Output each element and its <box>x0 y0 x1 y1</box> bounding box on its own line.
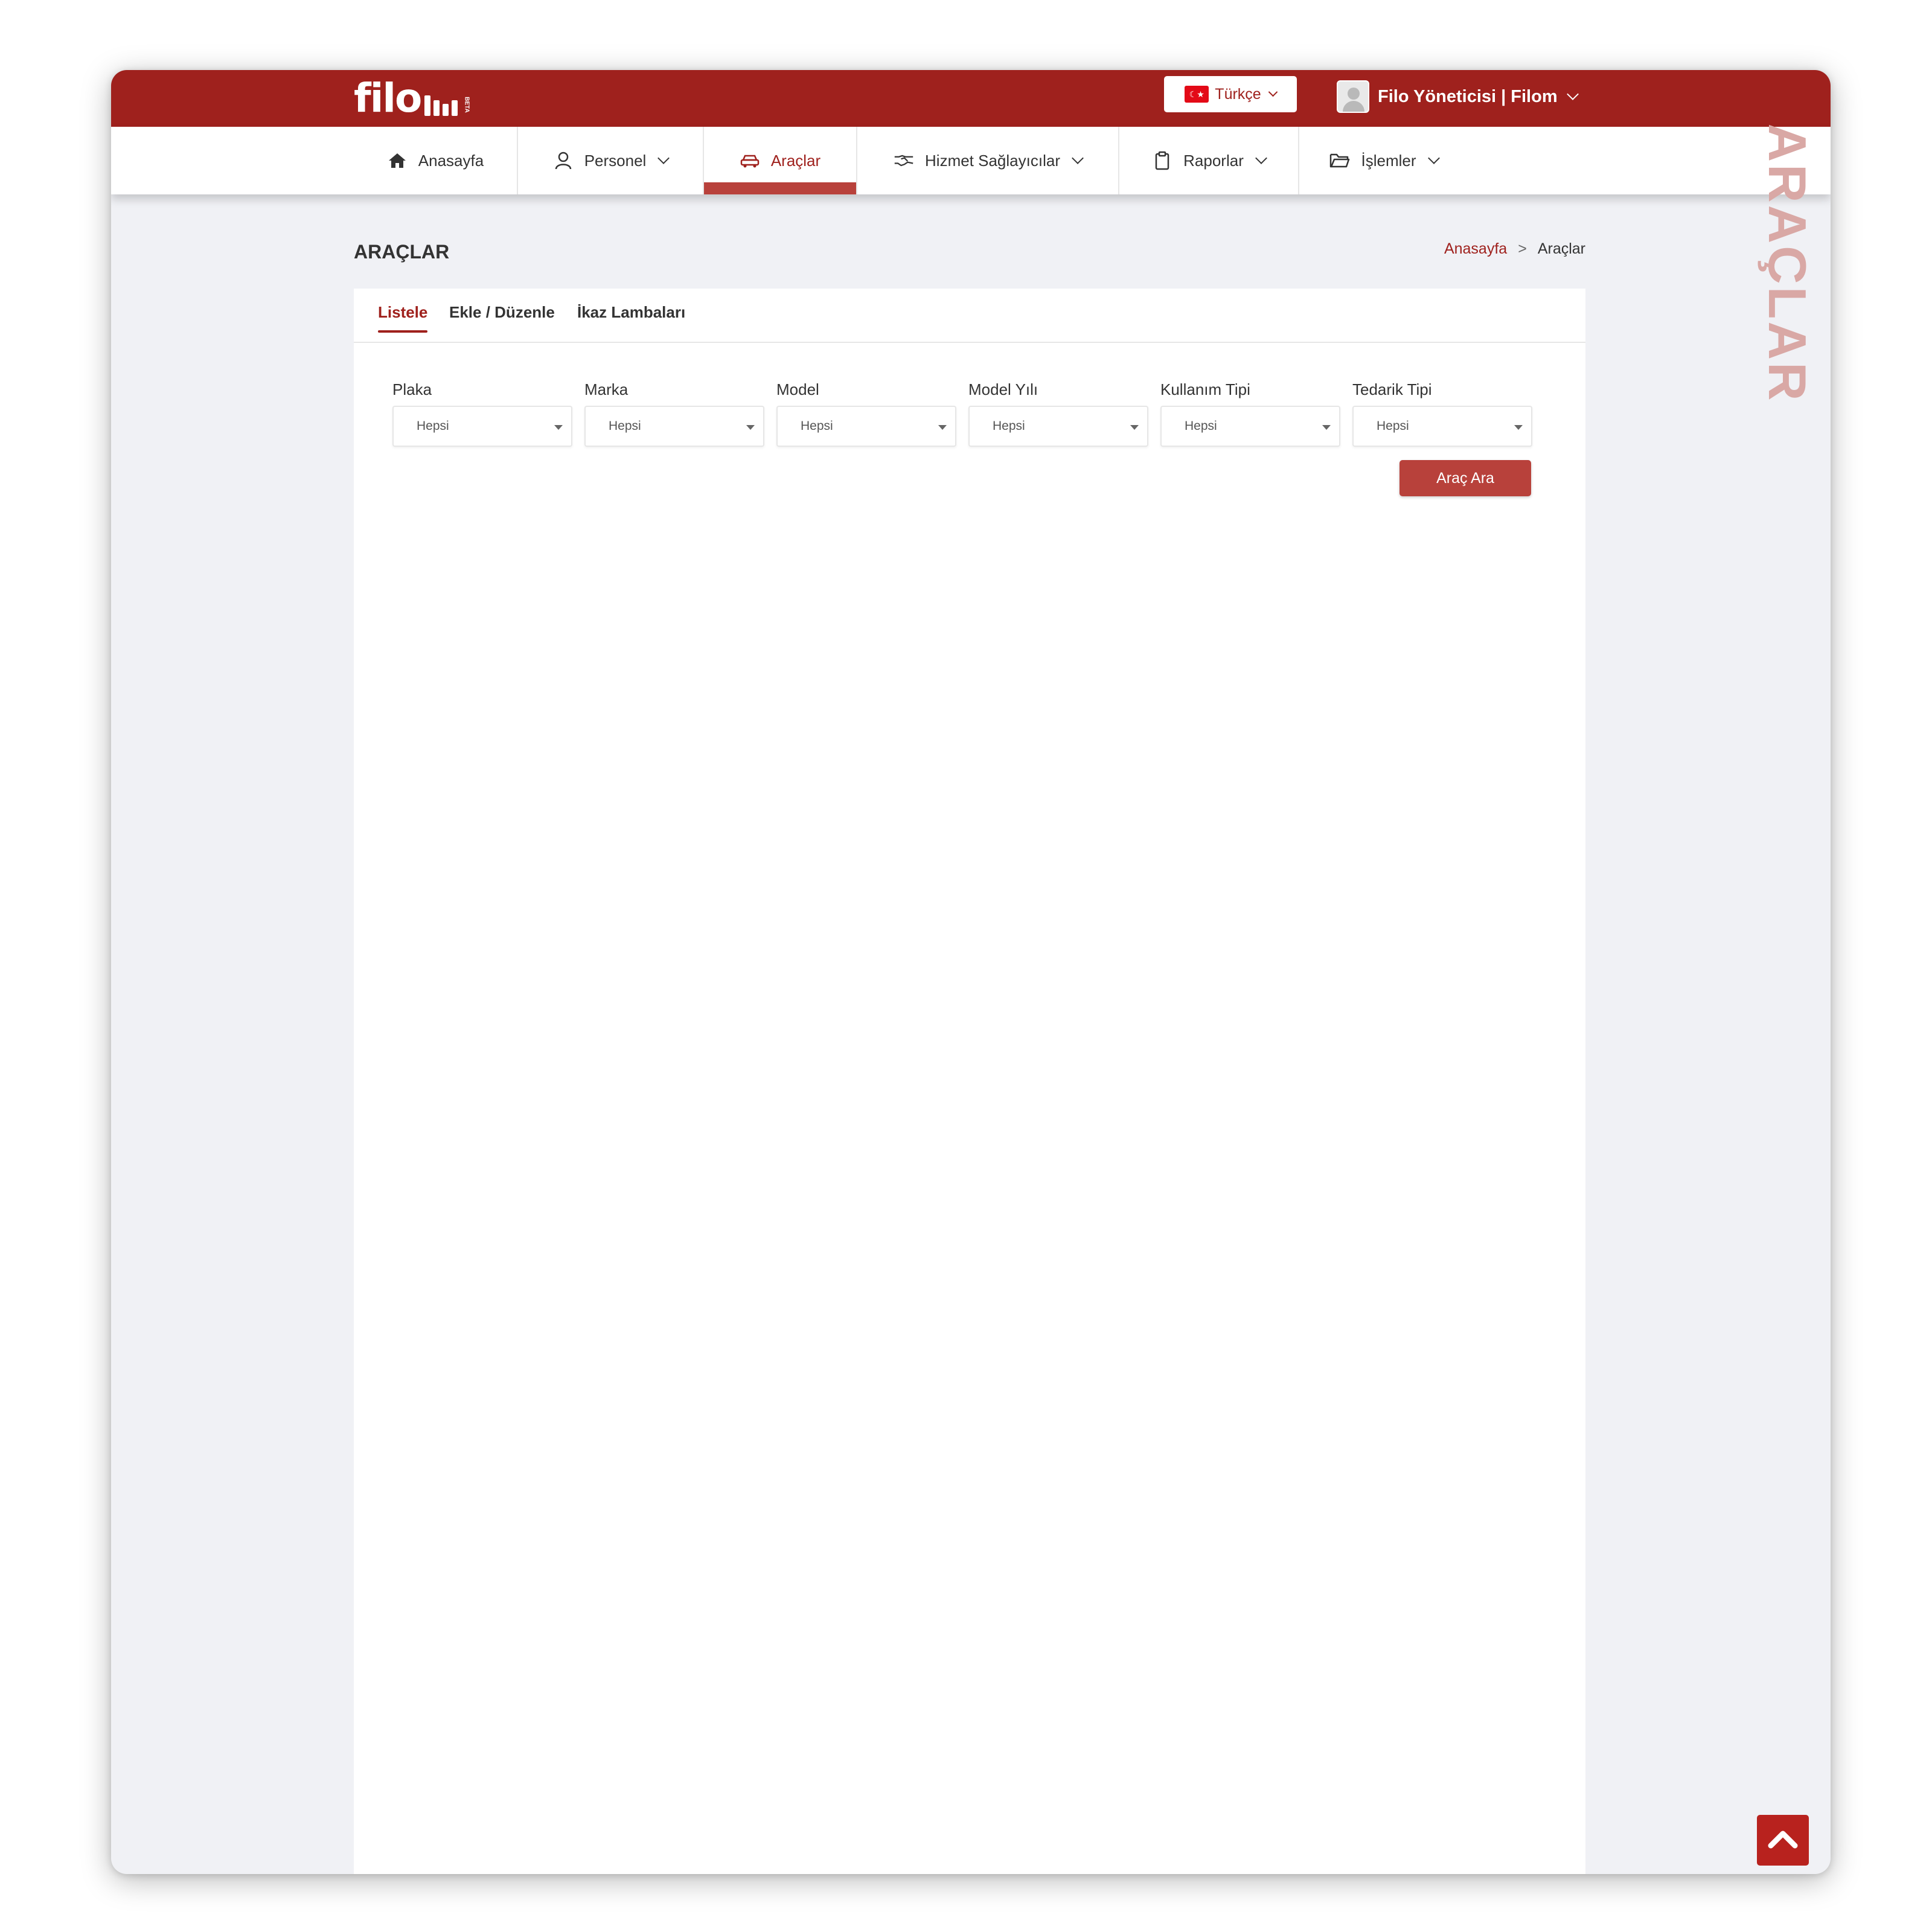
handshake-icon <box>894 150 914 171</box>
user-menu[interactable]: Filo Yöneticisi | Filom <box>1337 78 1579 115</box>
main-nav: Anasayfa Personel Araçlar Hizmet Sağlayı… <box>111 127 1831 194</box>
nav-item-raporlar[interactable]: Raporlar <box>1119 127 1299 194</box>
nav-item-araclar[interactable]: Araçlar <box>704 127 857 194</box>
kullanim-tipi-select[interactable]: Hepsi <box>1160 406 1340 447</box>
user-label: Filo Yöneticisi | Filom <box>1378 86 1558 106</box>
filo-logo[interactable]: filo BETA <box>354 70 475 127</box>
chevron-down-icon <box>1268 87 1278 97</box>
breadcrumb-home-link[interactable]: Anasayfa <box>1444 240 1507 258</box>
nav-item-anasayfa[interactable]: Anasayfa <box>354 127 518 194</box>
caret-down-icon <box>746 425 755 430</box>
select-value: Hepsi <box>417 419 449 433</box>
marka-select[interactable]: Hepsi <box>584 406 764 447</box>
model-select[interactable]: Hepsi <box>776 406 956 447</box>
logo-text: filo <box>354 75 422 121</box>
nav-label: Hizmet Sağlayıcılar <box>925 151 1060 170</box>
chevron-up-icon <box>1767 1829 1799 1852</box>
logo-bars-icon <box>424 89 458 116</box>
scroll-to-top-button[interactable] <box>1757 1815 1809 1866</box>
nav-label: Raporlar <box>1183 151 1244 170</box>
tab-ekle-duzenle[interactable]: Ekle / Düzenle <box>449 303 555 322</box>
filter-model: Model Hepsi <box>776 380 956 447</box>
user-icon <box>553 150 574 171</box>
filter-label: Model Yılı <box>968 380 1038 398</box>
folder-icon <box>1329 150 1350 171</box>
chevron-down-icon <box>1072 152 1084 164</box>
content-card: Listele Ekle / Düzenle İkaz Lambaları Pl… <box>354 289 1585 1874</box>
filter-label: Plaka <box>392 380 432 398</box>
select-value: Hepsi <box>609 419 641 433</box>
caret-down-icon <box>1130 425 1139 430</box>
filter-tedarik-tipi: Tedarik Tipi Hepsi <box>1352 380 1532 447</box>
arac-ara-button[interactable]: Araç Ara <box>1399 460 1531 496</box>
top-bar: filo BETA ☾★ Türkçe Filo Yöneticisi | Fi… <box>111 70 1831 127</box>
home-icon <box>387 150 408 171</box>
language-selector[interactable]: ☾★ Türkçe <box>1164 76 1297 112</box>
caret-down-icon <box>1322 425 1331 430</box>
page-title: ARAÇLAR <box>354 241 450 263</box>
chevron-down-icon <box>1255 152 1267 164</box>
tedarik-tipi-select[interactable]: Hepsi <box>1352 406 1532 447</box>
nav-label: İşlemler <box>1361 151 1416 170</box>
chevron-down-icon <box>657 152 670 164</box>
nav-label: Araçlar <box>770 151 821 170</box>
avatar <box>1337 80 1369 113</box>
filter-label: Kullanım Tipi <box>1160 380 1250 398</box>
chevron-down-icon <box>1427 152 1440 164</box>
nav-label: Personel <box>584 151 647 170</box>
select-value: Hepsi <box>801 419 833 433</box>
nav-item-personel[interactable]: Personel <box>518 127 704 194</box>
plaka-select[interactable]: Hepsi <box>392 406 572 447</box>
select-value: Hepsi <box>1377 419 1409 433</box>
caret-down-icon <box>554 425 563 430</box>
tr-flag-icon: ☾★ <box>1185 86 1209 103</box>
breadcrumb: Anasayfa > Araçlar <box>1444 240 1585 258</box>
browser-window: filo BETA ☾★ Türkçe Filo Yöneticisi | Fi… <box>111 70 1831 1874</box>
breadcrumb-separator: > <box>1518 240 1527 257</box>
nav-item-hizmet-saglayicilar[interactable]: Hizmet Sağlayıcılar <box>857 127 1119 194</box>
filter-plaka: Plaka Hepsi <box>392 380 572 447</box>
model-yili-select[interactable]: Hepsi <box>968 406 1148 447</box>
filter-model-yili: Model Yılı Hepsi <box>968 380 1148 447</box>
tab-ikaz-lambalari[interactable]: İkaz Lambaları <box>577 303 685 322</box>
select-value: Hepsi <box>1185 419 1217 433</box>
filter-label: Model <box>776 380 819 398</box>
filter-marka: Marka Hepsi <box>584 380 764 447</box>
caret-down-icon <box>938 425 947 430</box>
breadcrumb-current: Araçlar <box>1537 240 1585 257</box>
tab-bar: Listele Ekle / Düzenle İkaz Lambaları <box>354 289 1585 343</box>
filter-label: Tedarik Tipi <box>1352 380 1432 398</box>
filter-label: Marka <box>584 380 629 398</box>
nav-label: Anasayfa <box>418 151 484 170</box>
nav-item-islemler[interactable]: İşlemler <box>1299 127 1468 194</box>
tab-listele[interactable]: Listele <box>378 303 428 333</box>
caret-down-icon <box>1514 425 1523 430</box>
language-label: Türkçe <box>1215 85 1261 103</box>
car-icon <box>740 150 760 171</box>
select-value: Hepsi <box>993 419 1025 433</box>
filter-kullanim-tipi: Kullanım Tipi Hepsi <box>1160 380 1340 447</box>
chevron-down-icon <box>1566 88 1579 100</box>
vertical-title-text: ARAÇLAR <box>1758 123 1817 403</box>
clipboard-icon <box>1152 150 1172 171</box>
logo-beta: BETA <box>464 96 471 113</box>
